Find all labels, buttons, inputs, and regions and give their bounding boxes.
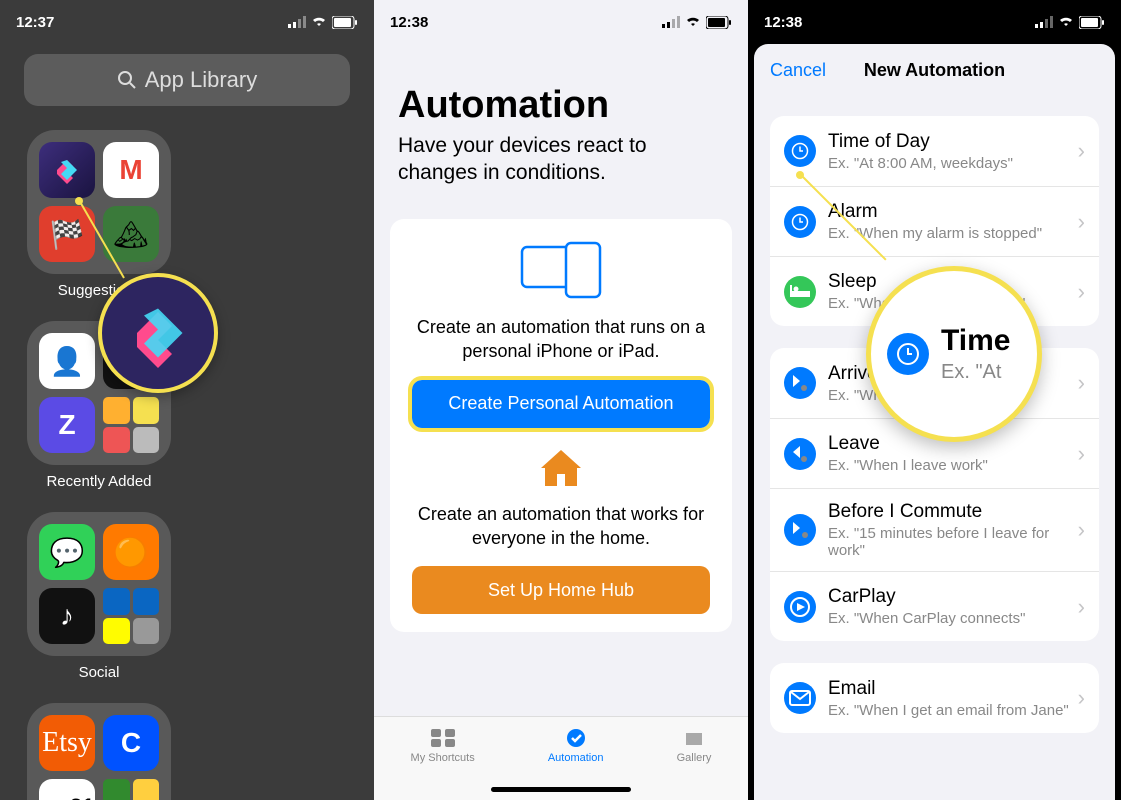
chevron-right-icon: › (1078, 517, 1085, 543)
group-communication: Email Ex. "When I get an email from Jane… (770, 663, 1099, 733)
home-text: Create an automation that works for ever… (402, 502, 720, 551)
row-title: Time of Day (828, 131, 1078, 153)
tab-label: Gallery (677, 752, 712, 764)
status-bar: 12:37 (0, 0, 374, 44)
modal-title: New Automation (864, 60, 1005, 81)
status-right (288, 16, 358, 29)
time-of-day-callout: Time Ex. "At (866, 266, 1042, 442)
row-title: CarPlay (828, 586, 1078, 608)
row-subtitle: Ex. "When I get an email from Jane" (828, 702, 1078, 719)
page-title: Automation (398, 84, 609, 127)
home-indicator[interactable] (491, 787, 631, 792)
arrive-icon (784, 367, 816, 399)
clock-icon (784, 135, 816, 167)
status-time: 12:37 (16, 14, 54, 31)
tab-my-shortcuts[interactable]: My Shortcuts (411, 727, 475, 764)
tab-label: My Shortcuts (411, 752, 475, 764)
status-time: 12:38 (764, 14, 802, 31)
callout-title: Time (941, 324, 1010, 358)
trigger-row[interactable]: Email Ex. "When I get an email from Jane… (770, 663, 1099, 733)
callout-sub: Ex. "At (941, 361, 1010, 384)
folder-label: Social (79, 664, 120, 681)
row-title: Email (828, 678, 1078, 700)
phone-app-library: 12:37 App Library M 🏁 🏔 Suggestions 👤 (•… (0, 0, 374, 800)
trigger-row[interactable]: Before I Commute Ex. "15 minutes before … (770, 488, 1099, 571)
bed-icon (784, 276, 816, 308)
leave-icon (784, 438, 816, 470)
commute-icon (784, 514, 816, 546)
automation-cards: Create an automation that runs on a pers… (390, 219, 732, 632)
setup-home-hub-button[interactable]: Set Up Home Hub (412, 566, 710, 614)
row-title: Alarm (828, 201, 1078, 223)
folder-social[interactable]: 💬 🟠 ♪ Social (24, 512, 174, 681)
phone-automation: 12:38 Automation Have your devices react… (374, 0, 748, 800)
chevron-right-icon: › (1078, 685, 1085, 711)
row-subtitle: Ex. "When I leave work" (828, 457, 1078, 474)
search-icon (117, 70, 137, 90)
cancel-button[interactable]: Cancel (770, 60, 826, 81)
status-right (1035, 16, 1105, 29)
chevron-right-icon: › (1078, 441, 1085, 467)
clock-icon (887, 333, 929, 375)
tab-label: Automation (548, 752, 604, 764)
folder-label: Recently Added (46, 473, 151, 490)
folder-grid: M 🏁 🏔 Suggestions 👤 (•) Z Recently Added (24, 130, 350, 800)
search-placeholder: App Library (145, 67, 258, 93)
create-personal-automation-button[interactable]: Create Personal Automation (412, 380, 710, 428)
tab-gallery[interactable]: Gallery (677, 727, 712, 764)
page-subtitle: Have your devices react to changes in co… (398, 132, 724, 187)
status-bar: 12:38 (748, 0, 1121, 44)
row-subtitle: Ex. "When CarPlay connects" (828, 610, 1078, 627)
app-library-search[interactable]: App Library (24, 54, 350, 106)
shortcuts-app-callout (98, 273, 218, 393)
tab-automation[interactable]: Automation (548, 727, 604, 764)
row-title: Before I Commute (828, 501, 1078, 523)
modal-header: Cancel New Automation (754, 44, 1115, 98)
trigger-row[interactable]: Alarm Ex. "When my alarm is stopped" › (770, 186, 1099, 256)
folder-productivity[interactable]: Etsy C MON31 Productivity & Finance (24, 703, 174, 800)
home-icon (539, 448, 583, 488)
chevron-right-icon: › (1078, 594, 1085, 620)
row-subtitle: Ex. "At 8:00 AM, weekdays" (828, 155, 1078, 172)
chevron-right-icon: › (1078, 209, 1085, 235)
chevron-right-icon: › (1078, 279, 1085, 305)
trigger-row[interactable]: CarPlay Ex. "When CarPlay connects" › (770, 571, 1099, 641)
clock-icon (784, 206, 816, 238)
email-icon (784, 682, 816, 714)
status-right (662, 16, 732, 29)
row-subtitle: Ex. "15 minutes before I leave for work" (828, 525, 1078, 559)
personal-text: Create an automation that runs on a pers… (402, 315, 720, 364)
status-time: 12:38 (390, 14, 428, 31)
devices-icon (516, 241, 606, 299)
trigger-row[interactable]: Time of Day Ex. "At 8:00 AM, weekdays" › (770, 116, 1099, 186)
chevron-right-icon: › (1078, 370, 1085, 396)
carplay-icon (784, 591, 816, 623)
status-bar: 12:38 (374, 0, 748, 44)
chevron-right-icon: › (1078, 138, 1085, 164)
